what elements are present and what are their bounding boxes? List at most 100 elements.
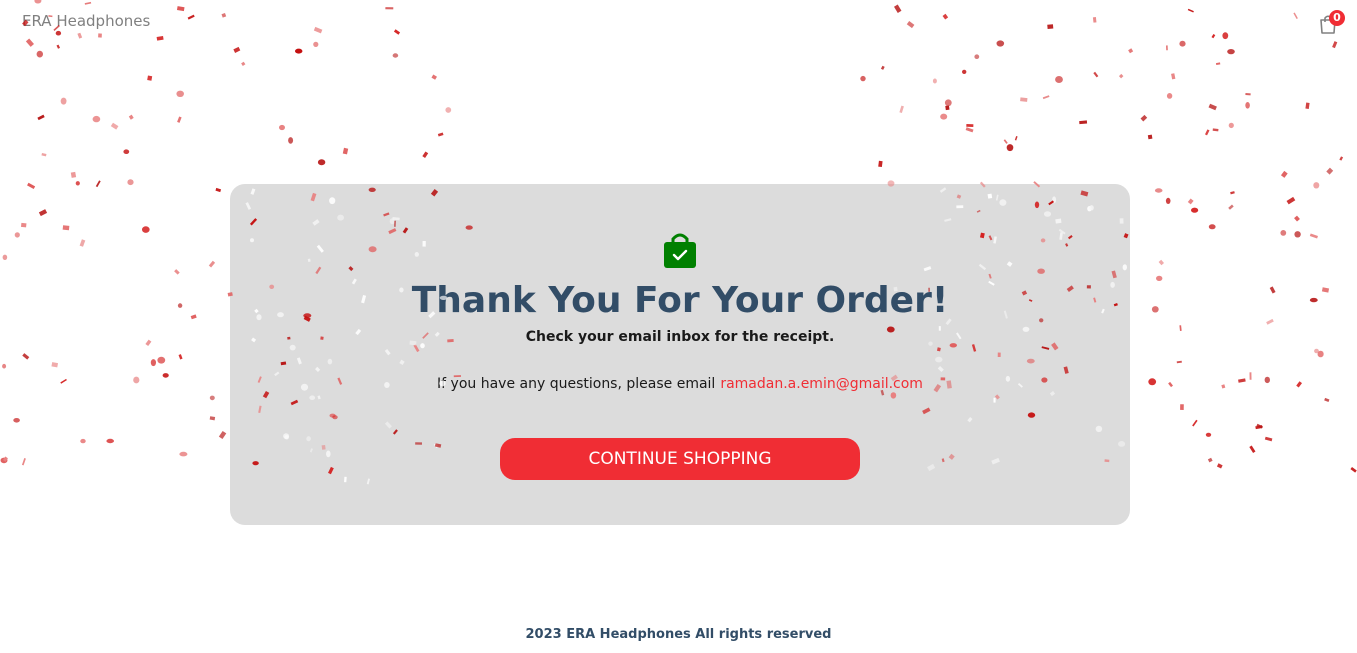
confetti-piece	[162, 373, 169, 378]
confetti-piece	[1286, 196, 1296, 205]
confetti-piece	[150, 359, 156, 367]
confetti-piece	[70, 171, 77, 178]
confetti-piece	[1168, 381, 1173, 388]
confetti-piece	[123, 149, 130, 154]
confetti-piece	[1309, 297, 1318, 303]
confetti-piece	[157, 356, 166, 364]
confetti-piece	[1147, 134, 1153, 140]
confetti-piece	[1314, 348, 1319, 354]
confetti-piece	[95, 180, 101, 188]
confetti-piece	[1230, 191, 1235, 195]
confetti-piece	[1266, 318, 1274, 325]
confetti-piece	[218, 430, 227, 440]
confetti-piece	[1042, 95, 1050, 100]
confetti-piece	[1221, 384, 1226, 389]
confetti-piece	[317, 159, 326, 166]
confetti-piece	[860, 75, 866, 82]
confetti-piece	[1339, 156, 1344, 161]
confetti-piece	[932, 78, 937, 84]
confetti-piece	[1055, 76, 1063, 83]
confetti-piece	[1321, 287, 1330, 293]
confetti-piece	[41, 153, 47, 157]
confetti-piece	[1317, 350, 1324, 358]
confetti-piece	[2, 254, 8, 260]
confetti-piece	[1326, 167, 1334, 175]
confetti-piece	[142, 226, 150, 233]
confetti-piece	[1118, 73, 1124, 79]
confetti-piece	[1245, 102, 1250, 109]
confetti-piece	[241, 61, 246, 66]
continue-shopping-button[interactable]: CONTINUE SHOPPING	[500, 438, 860, 480]
confetti-piece	[1324, 397, 1330, 403]
confetti-piece	[177, 303, 183, 308]
confetti-piece	[880, 65, 885, 70]
confetti-piece	[962, 69, 967, 74]
confetti-piece	[106, 438, 114, 444]
confetti-piece	[190, 314, 197, 320]
confetti-piece	[1166, 93, 1173, 99]
confetti-piece	[127, 179, 134, 186]
confetti-piece	[2, 363, 7, 369]
page-title: Thank You For Your Order!	[411, 280, 949, 321]
receipt-message: Check your email inbox for the receipt.	[525, 329, 835, 345]
confetti-piece	[1212, 128, 1219, 132]
confetti-piece	[1140, 114, 1148, 122]
confetti-piece	[1238, 378, 1246, 383]
confetti-piece	[21, 458, 26, 466]
cart-button[interactable]: 0	[1316, 10, 1346, 38]
confetti-piece	[1296, 381, 1302, 388]
confetti-piece	[1204, 129, 1210, 136]
confetti-piece	[288, 137, 294, 144]
confetti-piece	[974, 54, 980, 59]
confetti-piece	[1255, 425, 1263, 430]
confetti-piece	[27, 182, 36, 190]
confetti-piece	[1171, 73, 1176, 80]
confetti-piece	[1208, 224, 1216, 230]
confetti-piece	[14, 232, 20, 238]
confetti-piece	[1151, 306, 1159, 313]
confetti-piece	[36, 50, 43, 58]
confetti-piece	[342, 147, 349, 155]
confetti-piece	[966, 124, 974, 128]
confetti-piece	[1280, 230, 1287, 236]
confetti-piece	[1227, 49, 1235, 55]
confetti-piece	[80, 438, 86, 444]
confetti-piece	[1228, 204, 1234, 210]
confetti-piece	[209, 395, 215, 401]
confetti-piece	[1166, 45, 1168, 51]
confetti-piece	[1003, 139, 1008, 144]
confetti-piece	[1249, 445, 1256, 454]
confetti-piece	[145, 339, 152, 347]
confetti-piece	[22, 353, 30, 360]
navbar: ERA Headphones 0	[0, 0, 1357, 46]
confetti-piece	[79, 239, 86, 247]
confetti-piece	[177, 116, 182, 123]
confetti-piece	[279, 124, 285, 131]
confetti-piece	[176, 90, 184, 98]
confetti-piece	[1180, 404, 1184, 410]
confetti-piece	[1191, 207, 1199, 213]
confetti-piece	[128, 114, 134, 120]
confetti-piece	[179, 451, 188, 457]
confetti-piece	[37, 114, 45, 121]
success-card: Thank You For Your Order! Check your ema…	[230, 184, 1130, 525]
confetti-piece	[944, 99, 952, 107]
confetti-piece	[1179, 325, 1182, 331]
confetti-piece	[20, 222, 27, 228]
confetti-piece	[940, 113, 948, 120]
confetti-piece	[878, 160, 883, 168]
contact-email-link[interactable]: ramadan.a.emin@gmail.com	[720, 376, 923, 392]
confetti-piece	[208, 260, 216, 268]
confetti-piece	[1350, 466, 1357, 473]
confetti-piece	[209, 416, 216, 421]
confetti-piece	[899, 105, 904, 113]
footer-text: 2023 ERA Headphones All rights reserved	[525, 627, 832, 642]
confetti-piece	[60, 378, 67, 384]
confetti-piece	[1176, 360, 1182, 364]
confetti-piece	[133, 376, 140, 384]
questions-text: If you have any questions, please email	[437, 376, 716, 392]
confetti-piece	[174, 269, 180, 275]
confetti-piece	[13, 418, 20, 423]
logo-link[interactable]: ERA Headphones	[22, 12, 150, 30]
confetti-piece	[3, 456, 8, 462]
